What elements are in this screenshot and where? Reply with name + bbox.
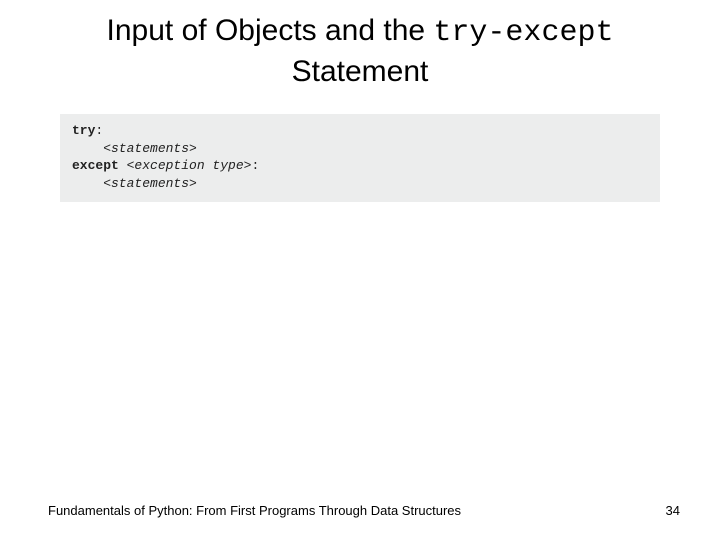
code-block: try: <statements> except <exception type…	[60, 114, 660, 202]
title-part2: Statement	[292, 55, 429, 88]
page-number: 34	[666, 503, 680, 518]
footer-text: Fundamentals of Python: From First Progr…	[48, 503, 461, 518]
code-exctype: <exception type>	[127, 158, 252, 173]
code-colon1: :	[95, 123, 103, 138]
title-code: try-except	[433, 16, 613, 50]
slide-title: Input of Objects and the try-except Stat…	[0, 0, 720, 90]
code-stmts2: <statements>	[72, 176, 197, 191]
code-colon2: :	[251, 158, 259, 173]
code-kw-except: except	[72, 158, 127, 173]
code-stmts1: <statements>	[72, 141, 197, 156]
code-kw-try: try	[72, 123, 95, 138]
slide-footer: Fundamentals of Python: From First Progr…	[0, 503, 720, 518]
title-part1: Input of Objects and the	[107, 14, 434, 47]
